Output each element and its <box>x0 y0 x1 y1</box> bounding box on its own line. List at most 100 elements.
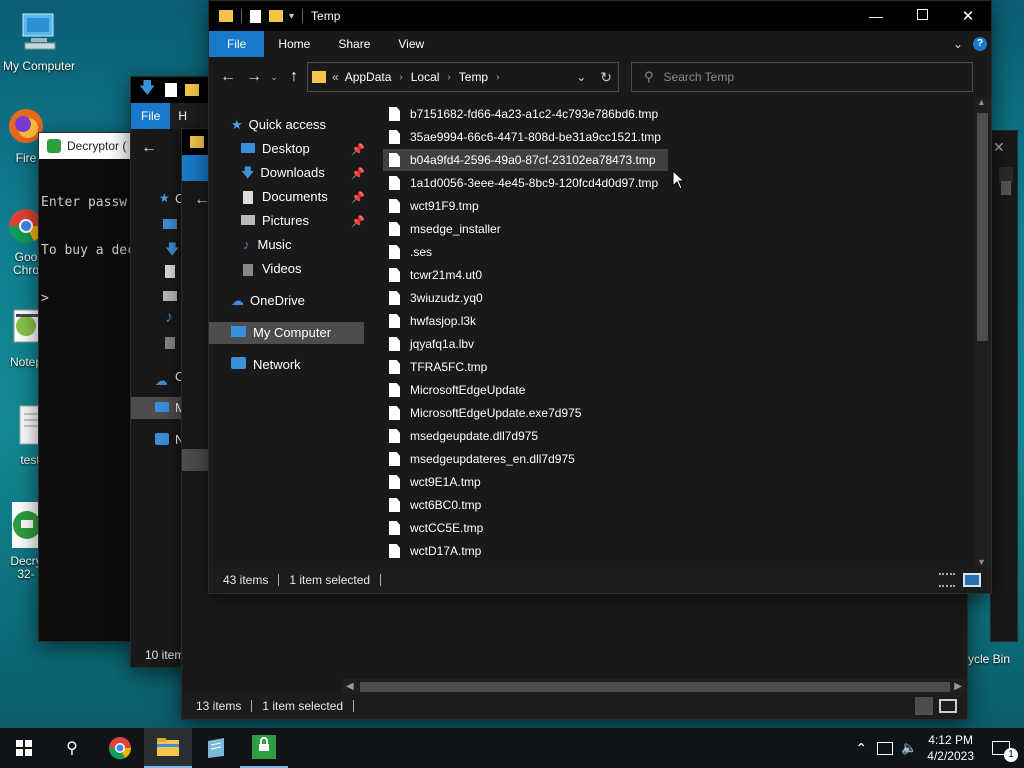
volume-icon[interactable]: 🔈 <box>901 740 917 756</box>
large-icons-view-icon[interactable] <box>939 699 957 713</box>
file-row[interactable]: msedge_installer <box>383 218 513 240</box>
search-button[interactable]: ⚲ <box>48 728 96 768</box>
customize-qat-icon[interactable]: ▾ <box>289 11 294 22</box>
file-row[interactable]: jqyafq1a.lbv <box>383 333 486 355</box>
tab-home[interactable]: H <box>170 103 195 129</box>
pin-icon[interactable]: 📌 <box>351 143 365 156</box>
tab-share[interactable]: Share <box>324 31 384 57</box>
tab-file[interactable]: F <box>182 155 210 181</box>
file-row[interactable]: wct9E1A.tmp <box>383 471 493 493</box>
breadcrumb-overflow[interactable]: « <box>332 70 339 84</box>
file-row[interactable]: wctD17A.tmp <box>383 540 493 562</box>
breadcrumb-appdata[interactable]: AppData <box>345 70 392 84</box>
scroll-thumb[interactable] <box>360 682 950 692</box>
pin-icon[interactable]: 📌 <box>351 191 365 204</box>
details-view-icon[interactable] <box>915 697 933 715</box>
pin-icon[interactable]: 📌 <box>351 215 365 228</box>
documents-icon[interactable] <box>165 265 175 278</box>
large-icons-view-icon[interactable] <box>963 573 981 587</box>
recent-locations-icon[interactable]: ⌄ <box>267 72 281 83</box>
nav-network[interactable]: Network <box>231 354 301 376</box>
vertical-scrollbar[interactable]: ▲ ▼ <box>974 97 991 567</box>
network-icon[interactable] <box>877 741 894 755</box>
desktop-icon[interactable] <box>163 219 177 229</box>
nav-quick-access[interactable]: ★ Quick access <box>231 114 326 136</box>
address-bar[interactable]: « AppData › Local › Temp › ⌄ ↻ <box>307 62 619 92</box>
pin-icon[interactable]: 📌 <box>351 167 365 180</box>
file-row[interactable]: wctCC5E.tmp <box>383 517 495 539</box>
chevron-right-icon[interactable]: › <box>399 72 402 83</box>
tab-file[interactable]: File <box>131 103 171 129</box>
file-row[interactable]: msedgeupdate.dll7d975 <box>383 425 550 447</box>
close-icon[interactable]: ✕ <box>993 139 1005 156</box>
file-row[interactable]: tcwr21m4.ut0 <box>383 264 494 286</box>
new-folder-icon[interactable] <box>269 10 283 22</box>
file-row[interactable]: msedgeupdateres_en.dll7d975 <box>383 448 587 470</box>
scroll-up-icon[interactable]: ▲ <box>977 97 986 107</box>
console-prompt[interactable]: > <box>41 291 139 307</box>
nav-music[interactable]: ♪ Music <box>243 234 291 256</box>
taskbar-chrome[interactable] <box>96 728 144 768</box>
chevron-right-icon[interactable]: › <box>496 72 499 83</box>
nav-my-computer[interactable]: My Computer <box>231 322 331 344</box>
quick-access-icon[interactable]: ★ <box>159 191 170 205</box>
details-view-icon[interactable] <box>939 573 955 587</box>
taskbar-notepad[interactable] <box>192 728 240 768</box>
maximize-icon[interactable] <box>899 9 945 23</box>
taskbar-decryptor[interactable] <box>240 728 288 768</box>
pictures-icon[interactable] <box>163 291 177 301</box>
file-row[interactable]: TFRA5FC.tmp <box>383 356 499 378</box>
nav-desktop[interactable]: Desktop <box>241 138 310 160</box>
minimize-icon[interactable]: — <box>853 8 899 24</box>
start-button[interactable] <box>0 728 48 768</box>
network-icon[interactable] <box>155 433 169 445</box>
scroll-down-icon[interactable]: ▼ <box>977 557 986 567</box>
tab-file[interactable]: File <box>209 31 265 57</box>
address-dropdown-icon[interactable]: ⌄ <box>576 70 586 84</box>
breadcrumb-local[interactable]: Local <box>411 70 440 84</box>
back-button[interactable]: ← <box>141 139 157 157</box>
videos-icon[interactable] <box>165 337 175 349</box>
chevron-up-icon[interactable]: ⌃ <box>855 740 867 757</box>
explorer-window-main[interactable]: ▾ Temp — ✕ File Home Share View ⌄ ? ← → … <box>208 0 992 594</box>
file-row[interactable]: b04a9fd4-2596-49a0-87cf-23102ea78473.tmp <box>383 149 668 171</box>
help-icon[interactable]: ? <box>973 37 987 51</box>
properties-icon[interactable] <box>250 9 261 23</box>
forward-button[interactable]: → <box>241 64 267 90</box>
desktop-icon-my-computer[interactable]: My Computer <box>1 10 77 73</box>
file-row[interactable]: MicrosoftEdgeUpdate <box>383 379 537 401</box>
tab-view[interactable]: View <box>384 31 438 57</box>
back-button[interactable]: ← <box>215 64 241 90</box>
nav-onedrive[interactable]: ☁ OneDrive <box>231 290 305 312</box>
file-row[interactable]: 1a1d0056-3eee-4e45-8bc9-120fcd4d0d97.tmp <box>383 172 670 194</box>
file-row[interactable]: hwfasjop.l3k <box>383 310 488 332</box>
refresh-icon[interactable]: ↻ <box>600 69 612 86</box>
file-row[interactable]: 35ae9994-66c6-4471-808d-be31a9cc1521.tmp <box>383 126 673 148</box>
file-row[interactable]: b7151682-fd66-4a23-a1c2-4c793e786bd6.tmp <box>383 103 670 125</box>
notification-button[interactable]: 1 <box>992 728 1024 768</box>
desktop-icon-recycle-bin[interactable]: cycle Bin <box>962 652 1010 666</box>
nav-documents[interactable]: Documents <box>243 186 328 208</box>
clock[interactable]: 4:12 PM 4/2/2023 <box>927 732 974 764</box>
file-row[interactable]: .ses <box>383 241 444 263</box>
breadcrumb-temp[interactable]: Temp <box>459 70 488 84</box>
onedrive-icon[interactable]: ☁ <box>155 373 168 389</box>
nav-videos[interactable]: Videos <box>243 258 302 280</box>
taskbar-file-explorer[interactable] <box>144 728 192 768</box>
close-icon[interactable]: ✕ <box>945 7 991 25</box>
file-row[interactable]: MicrosoftEdgeUpdate.exe7d975 <box>383 402 593 424</box>
chevron-right-icon[interactable]: › <box>447 72 450 83</box>
nav-pictures[interactable]: Pictures <box>241 210 309 232</box>
up-button[interactable]: ↑ <box>281 64 307 90</box>
file-row[interactable]: wct91F9.tmp <box>383 195 491 217</box>
expand-ribbon-icon[interactable]: ⌄ <box>953 37 963 51</box>
file-row[interactable]: wct6BC0.tmp <box>383 494 493 516</box>
decryptor-window[interactable]: Decryptor ( Enter passw To buy a dec > <box>38 132 140 642</box>
nav-downloads[interactable]: 🡇 Downloads <box>241 162 325 184</box>
file-row[interactable]: 3wiuzudz.yq0 <box>383 287 495 309</box>
tab-home[interactable]: Home <box>264 31 324 57</box>
downloads-icon[interactable]: 🡇 <box>165 239 179 263</box>
search-box[interactable]: ⚲ Search Temp <box>631 62 973 92</box>
scroll-thumb[interactable] <box>977 113 988 341</box>
music-icon[interactable]: ♪ <box>165 309 173 327</box>
